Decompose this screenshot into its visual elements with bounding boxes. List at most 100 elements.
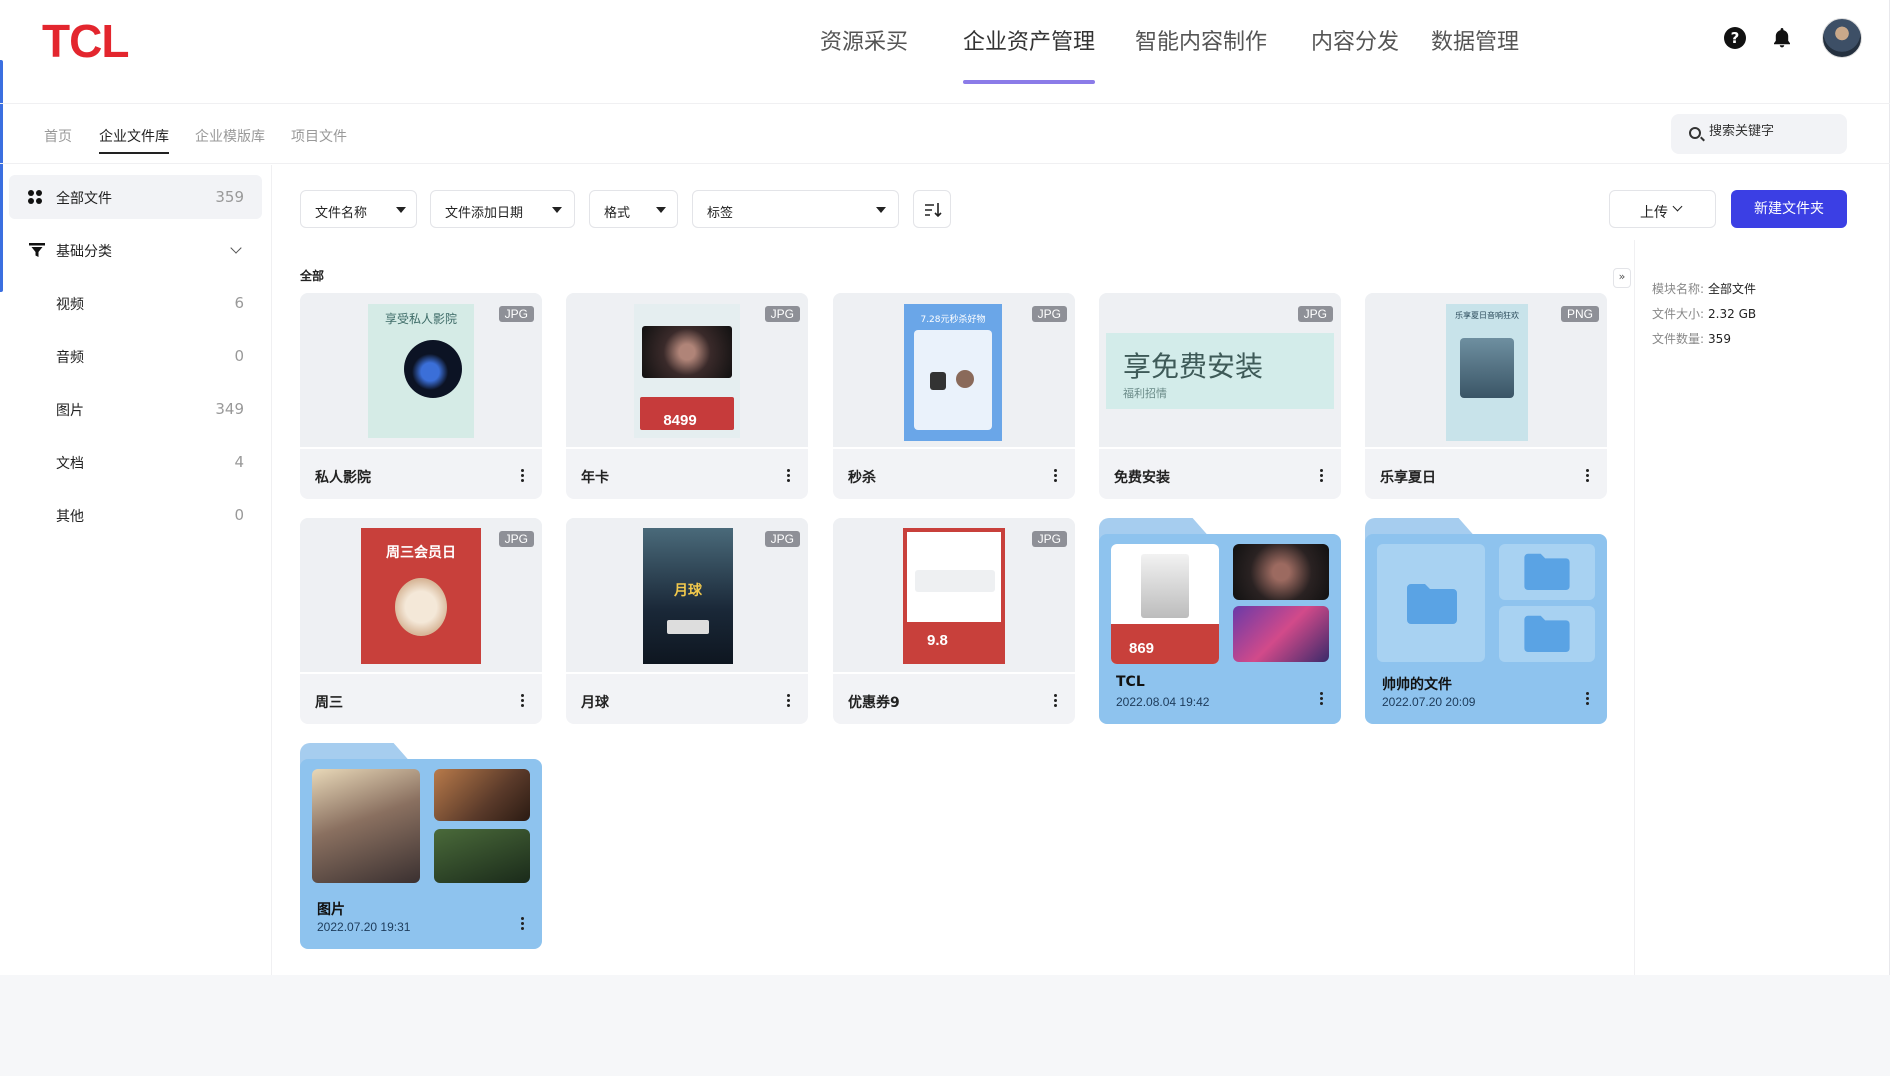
more-options-icon[interactable] [1585, 692, 1589, 706]
search-input[interactable] [1709, 124, 1839, 139]
folder-date: 2022.08.04 19:42 [1116, 695, 1210, 709]
nav-item-data-management[interactable]: 数据管理 [1431, 24, 1519, 56]
folder-preview-thumbnail [1499, 544, 1595, 600]
thumbnail-caption: 8499 [663, 412, 697, 429]
file-card[interactable]: 享免费安装 福利招情 JPG 免费安装 [1099, 293, 1341, 499]
folder-icon [1524, 615, 1570, 652]
file-thumbnail: 8499 [634, 304, 740, 438]
more-options-icon[interactable] [1319, 692, 1323, 706]
bell-icon[interactable] [1770, 26, 1794, 50]
more-options-icon[interactable] [520, 469, 524, 483]
search-box[interactable] [1671, 114, 1847, 154]
file-card[interactable]: 9.8 JPG 优惠券9 [833, 518, 1075, 724]
file-card[interactable]: 7.28元秒杀好物 JPG 秒杀 [833, 293, 1075, 499]
filter-format-dropdown[interactable]: 格式 [589, 190, 678, 228]
file-card[interactable]: 月球 JPG 月球 [566, 518, 808, 724]
user-avatar[interactable] [1822, 18, 1862, 58]
caret-down-icon [876, 207, 886, 213]
file-card[interactable]: 享受私人影院 JPG 私人影院 [300, 293, 542, 499]
sidebar-item-count: 4 [234, 453, 244, 471]
file-card[interactable]: 周三会员日 JPG 周三 [300, 518, 542, 724]
more-options-icon[interactable] [1319, 469, 1323, 483]
folder-preview-thumbnail [312, 769, 420, 883]
sidebar-item-count: 359 [215, 188, 244, 206]
folder-name: 图片 [317, 902, 345, 918]
folder-name: 帅帅的文件 [1382, 677, 1452, 693]
sidebar-item-label: 图片 [56, 403, 84, 419]
file-card[interactable]: 乐享夏日音响狂欢 PNG 乐享夏日 [1365, 293, 1607, 499]
help-icon[interactable]: ? [1724, 27, 1746, 49]
format-badge: JPG [498, 531, 534, 547]
nav-item-enterprise-asset-management[interactable]: 企业资产管理 [963, 24, 1095, 56]
sidebar-item-audio[interactable]: 音频 0 [9, 334, 262, 378]
file-name: 优惠券9 [848, 695, 900, 711]
nav-item-resource-purchase[interactable]: 资源采买 [820, 24, 908, 56]
tcl-logo[interactable]: TCL [42, 14, 129, 68]
chevron-down-icon[interactable] [230, 242, 242, 254]
info-key: 文件大小: [1652, 307, 1705, 321]
file-thumbnail-area: 享受私人影院 JPG [300, 293, 542, 449]
file-thumbnail: 周三会员日 [361, 528, 481, 664]
file-thumbnail: 享受私人影院 [368, 304, 474, 438]
info-value: 359 [1708, 332, 1731, 346]
sidebar-item-video[interactable]: 视频 6 [9, 281, 262, 325]
tab-project-files[interactable]: 项目文件 [291, 126, 347, 146]
tab-enterprise-template-library[interactable]: 企业模版库 [195, 126, 265, 146]
nav-item-content-distribution[interactable]: 内容分发 [1311, 24, 1399, 56]
sort-button[interactable] [913, 190, 951, 228]
file-card[interactable]: 8499 JPG 年卡 [566, 293, 808, 499]
sidebar-item-basic-category[interactable]: 基础分类 [9, 228, 262, 272]
format-badge: JPG [764, 531, 800, 547]
tab-enterprise-file-library[interactable]: 企业文件库 [99, 126, 169, 146]
sidebar-item-all-files[interactable]: 全部文件 359 [9, 175, 262, 219]
sidebar-item-label: 基础分类 [56, 244, 112, 260]
info-value: 全部文件 [1708, 282, 1757, 296]
more-options-icon[interactable] [786, 469, 790, 483]
sort-icon [925, 203, 942, 218]
search-icon [1689, 127, 1701, 139]
breadcrumb-home[interactable]: 首页 [44, 126, 72, 146]
folder-card[interactable]: 869 TCL 2022.08.04 19:42 [1099, 518, 1341, 724]
more-options-icon[interactable] [520, 694, 524, 708]
filter-tag-dropdown[interactable]: 标签 [692, 190, 899, 228]
sidebar-item-label: 文档 [56, 456, 84, 472]
grid-icon [28, 190, 42, 204]
sidebar-item-label: 视频 [56, 297, 84, 313]
folder-card[interactable]: 帅帅的文件 2022.07.20 20:09 [1365, 518, 1607, 724]
filter-file-name-dropdown[interactable]: 文件名称 [300, 190, 417, 228]
file-name: 免费安装 [1114, 470, 1170, 486]
more-options-icon[interactable] [1053, 694, 1057, 708]
new-folder-button[interactable]: 新建文件夹 [1731, 190, 1847, 228]
folder-card[interactable]: 图片 2022.07.20 19:31 [300, 743, 542, 949]
file-thumbnail-area: 享免费安装 福利招情 JPG [1099, 293, 1341, 449]
sidebar-item-other[interactable]: 其他 0 [9, 493, 262, 537]
more-options-icon[interactable] [1053, 469, 1057, 483]
collapse-panel-button[interactable]: » [1613, 268, 1631, 288]
sidebar: 全部文件 359 基础分类 视频 6 音频 0 图片 349 文档 4 其他 0 [0, 165, 272, 975]
format-badge: JPG [498, 306, 534, 322]
file-thumbnail: 享免费安装 福利招情 [1106, 333, 1334, 409]
section-title: 全部 [300, 269, 325, 283]
thumbnail-caption: 月球 [674, 583, 702, 599]
sidebar-item-document[interactable]: 文档 4 [9, 440, 262, 484]
format-badge: JPG [1031, 306, 1067, 322]
dropdown-label: 文件添加日期 [445, 206, 524, 221]
file-thumbnail-area: 乐享夏日音响狂欢 PNG [1365, 293, 1607, 449]
folder-preview-thumbnail [1499, 606, 1595, 662]
nav-item-smart-content-creation[interactable]: 智能内容制作 [1135, 24, 1267, 56]
file-name: 秒杀 [848, 470, 876, 486]
more-options-icon[interactable] [520, 917, 524, 931]
dropdown-label: 文件名称 [315, 206, 368, 221]
sidebar-item-label: 音频 [56, 350, 84, 366]
sidebar-item-image[interactable]: 图片 349 [9, 387, 262, 431]
info-row-module-name: 模块名称: 全部文件 [1652, 280, 1756, 297]
thumbnail-caption: 享受私人影院 [384, 312, 457, 326]
file-thumbnail: 月球 [643, 528, 733, 664]
more-options-icon[interactable] [1585, 469, 1589, 483]
filter-date-added-dropdown[interactable]: 文件添加日期 [430, 190, 575, 228]
more-options-icon[interactable] [786, 694, 790, 708]
upload-button[interactable]: 上传 [1609, 190, 1716, 228]
folder-icon [1407, 584, 1457, 624]
top-navigation: TCL 资源采买 企业资产管理 智能内容制作 内容分发 数据管理 ? [0, 0, 1890, 104]
folder-preview-thumbnail [1233, 606, 1329, 662]
